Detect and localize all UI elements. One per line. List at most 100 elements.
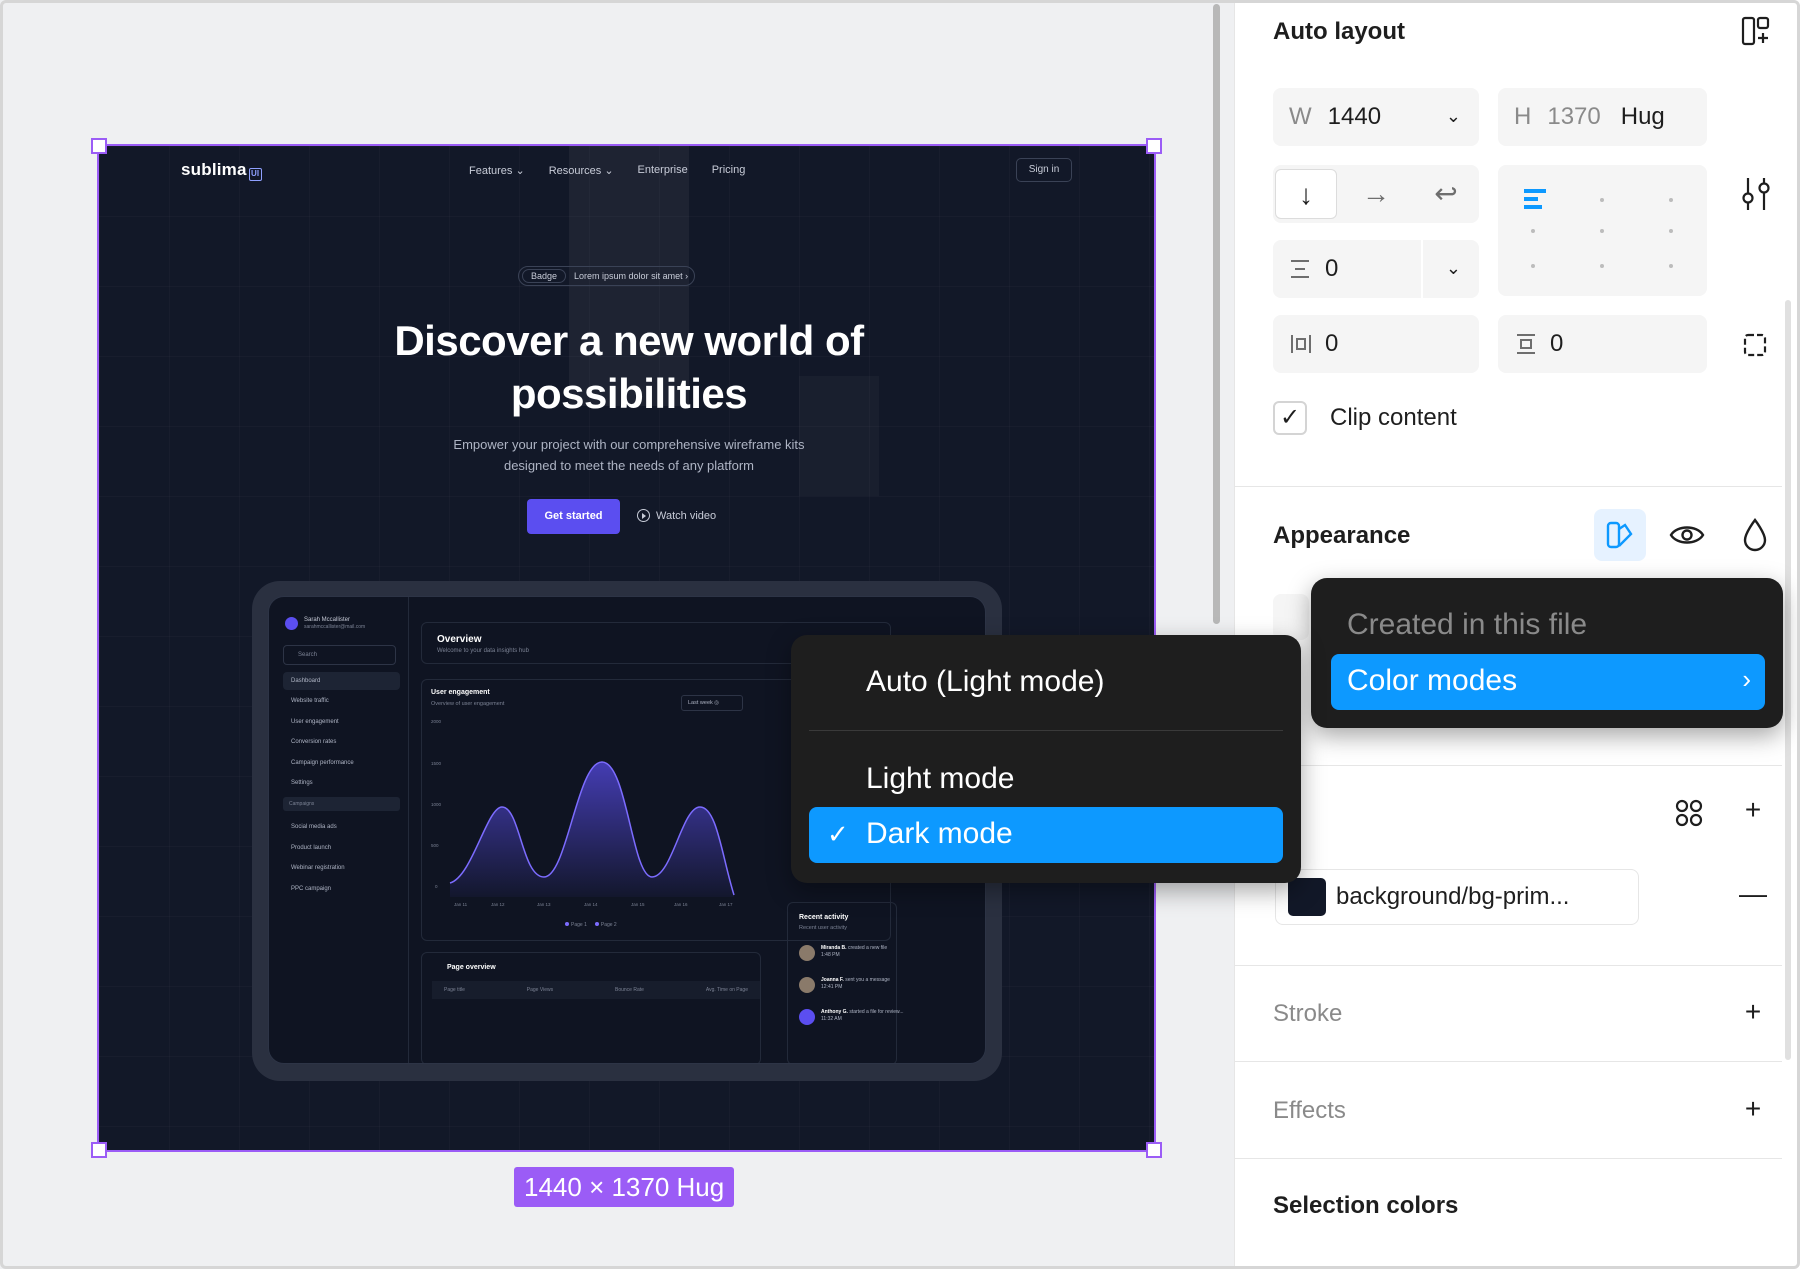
resize-handle-top-right[interactable] [1146,138,1162,154]
blend-drop-icon[interactable] [1740,517,1770,553]
height-value: 1370 [1547,103,1601,130]
hero-cta-button: Get started [527,499,620,534]
add-stroke-icon[interactable]: + [1733,994,1773,1034]
recent-activity-subtitle: Recent user activity [799,925,847,931]
site-nav-features: Features ⌄ [469,165,525,177]
engagement-chart [449,761,735,897]
section-divider [1234,765,1782,766]
selection-colors-title: Selection colors [1273,1192,1459,1219]
play-icon [637,509,650,522]
hero-title: Discover a new world of possibilities [394,317,864,417]
opacity-field[interactable] [1273,594,1309,640]
gap-value: 0 [1325,255,1339,282]
dashboard-search: Search [283,645,396,665]
direction-wrap-button[interactable]: ↩ [1415,169,1477,219]
avatar [799,945,815,961]
align-dot[interactable] [1669,264,1673,268]
page-overview-title: Page overview [447,964,496,971]
clip-content-label: Clip content [1330,404,1457,431]
chart-legend: Page 1 Page 2 [565,922,617,928]
dashboard-sidebar: Sarah Mccallister sarahmccallister@mail.… [269,597,409,1063]
chevron-down-icon[interactable]: ⌄ [1446,106,1461,127]
horizontal-padding-field[interactable]: 0 [1273,315,1479,373]
align-dot[interactable] [1669,198,1673,202]
resize-handle-bottom-right[interactable] [1146,1142,1162,1158]
dashboard-nav-item: PPC campaign [291,886,332,892]
menu-item-light-mode[interactable]: Light mode [866,762,1014,796]
menu-item-auto-mode[interactable]: Auto (Light mode) [866,665,1104,699]
x-tick: Jan 11 [454,902,468,907]
dashboard-nav-item: Website traffic [291,698,329,704]
width-field[interactable]: W 1440 ⌄ [1273,88,1479,146]
direction-horizontal-button[interactable]: → [1345,169,1407,219]
align-dot[interactable] [1531,229,1535,233]
canvas-scrollbar[interactable] [1213,4,1220,624]
dashboard-nav-item: Product launch [291,845,332,851]
vertical-padding-icon [1517,334,1535,354]
direction-vertical-button[interactable]: ↓ [1275,169,1337,219]
align-dot[interactable] [1531,264,1535,268]
x-tick: Jan 17 [719,902,733,907]
auto-layout-suggestion-icon[interactable] [1739,14,1773,48]
section-divider [1234,1158,1782,1159]
dashboard-nav-item: User engagement [291,719,339,725]
avatar [799,1009,815,1025]
panel-scrollbar[interactable] [1785,300,1791,1060]
eye-icon[interactable] [1668,520,1706,550]
engagement-subtitle: Overview of user engagement [431,701,505,707]
resize-handle-bottom-left[interactable] [91,1142,107,1158]
column-header: Bounce Rate [615,987,644,993]
dashboard-user: Sarah Mccallister sarahmccallister@mail.… [285,617,365,630]
vertical-padding-field[interactable]: 0 [1498,315,1707,373]
layout-settings-icon[interactable] [1738,174,1774,214]
chevron-down-icon[interactable]: ⌄ [1446,258,1461,279]
alignment-grid[interactable] [1498,165,1707,296]
list-item: Anthony G. started a file for review... 1… [799,1009,904,1025]
individual-padding-icon[interactable] [1740,330,1770,360]
add-effect-icon[interactable]: + [1733,1091,1773,1131]
height-field[interactable]: H 1370 Hug [1498,88,1707,146]
add-fill-icon[interactable]: + [1733,792,1773,832]
vertical-padding-value: 0 [1550,330,1564,357]
align-top-left-icon[interactable] [1522,187,1550,211]
legend-item: Page 1 [565,922,587,928]
dashboard-nav-item: Social media ads [291,824,337,830]
fill-swatch[interactable] [1288,878,1326,916]
fill-row[interactable]: background/bg-prim... [1275,869,1639,925]
chart-area [450,762,734,897]
x-tick: Jan 13 [537,902,551,907]
palette-icon [1606,521,1633,549]
gap-field[interactable]: 0 ⌄ [1273,240,1479,298]
height-label: H [1514,103,1532,130]
resize-handle-top-left[interactable] [91,138,107,154]
hero-badge: Badge Lorem ipsum dolor sit amet › [518,266,696,286]
align-dot[interactable] [1600,229,1604,233]
engagement-title: User engagement [431,689,490,696]
remove-fill-icon[interactable]: — [1733,876,1773,916]
x-tick: Jan 14 [584,902,598,907]
styles-grid-icon[interactable] [1673,797,1705,829]
dashboard-nav-item: Campaign performance [291,760,354,766]
clip-content-checkbox[interactable]: ✓ [1273,401,1307,435]
menu-item-dark-mode[interactable]: ✓ Dark mode [809,807,1283,863]
site-logo-text: sublima [181,160,247,179]
avatar [285,617,298,630]
x-tick: Jan 15 [631,902,645,907]
list-item: Miranda B. created a new file 1:48 PM [799,945,887,961]
menu-item-color-modes[interactable]: Color modes › [1331,654,1765,710]
align-dot[interactable] [1600,264,1604,268]
vertical-gap-icon [1291,260,1309,278]
menu-item-label: Dark mode [866,817,1013,850]
logo-mark: UI [248,168,262,181]
site-nav-pricing: Pricing [711,164,746,176]
last-week-select: Last week ◎ [681,695,743,711]
variable-mode-button[interactable] [1594,509,1646,561]
align-dot[interactable] [1669,229,1673,233]
site-nav-resources: Resources ⌄ [548,165,614,177]
check-icon: ✓ [827,819,849,849]
align-dot[interactable] [1600,198,1604,202]
dashboard-nav-item: Conversion rates [291,739,337,745]
site-nav: Features ⌄ Resources ⌄ Enterprise Pricin… [469,164,745,177]
page-overview-header: Page title Page Views Bounce Rate Avg. T… [432,981,760,999]
site-signin-button: Sign in [1016,158,1072,182]
